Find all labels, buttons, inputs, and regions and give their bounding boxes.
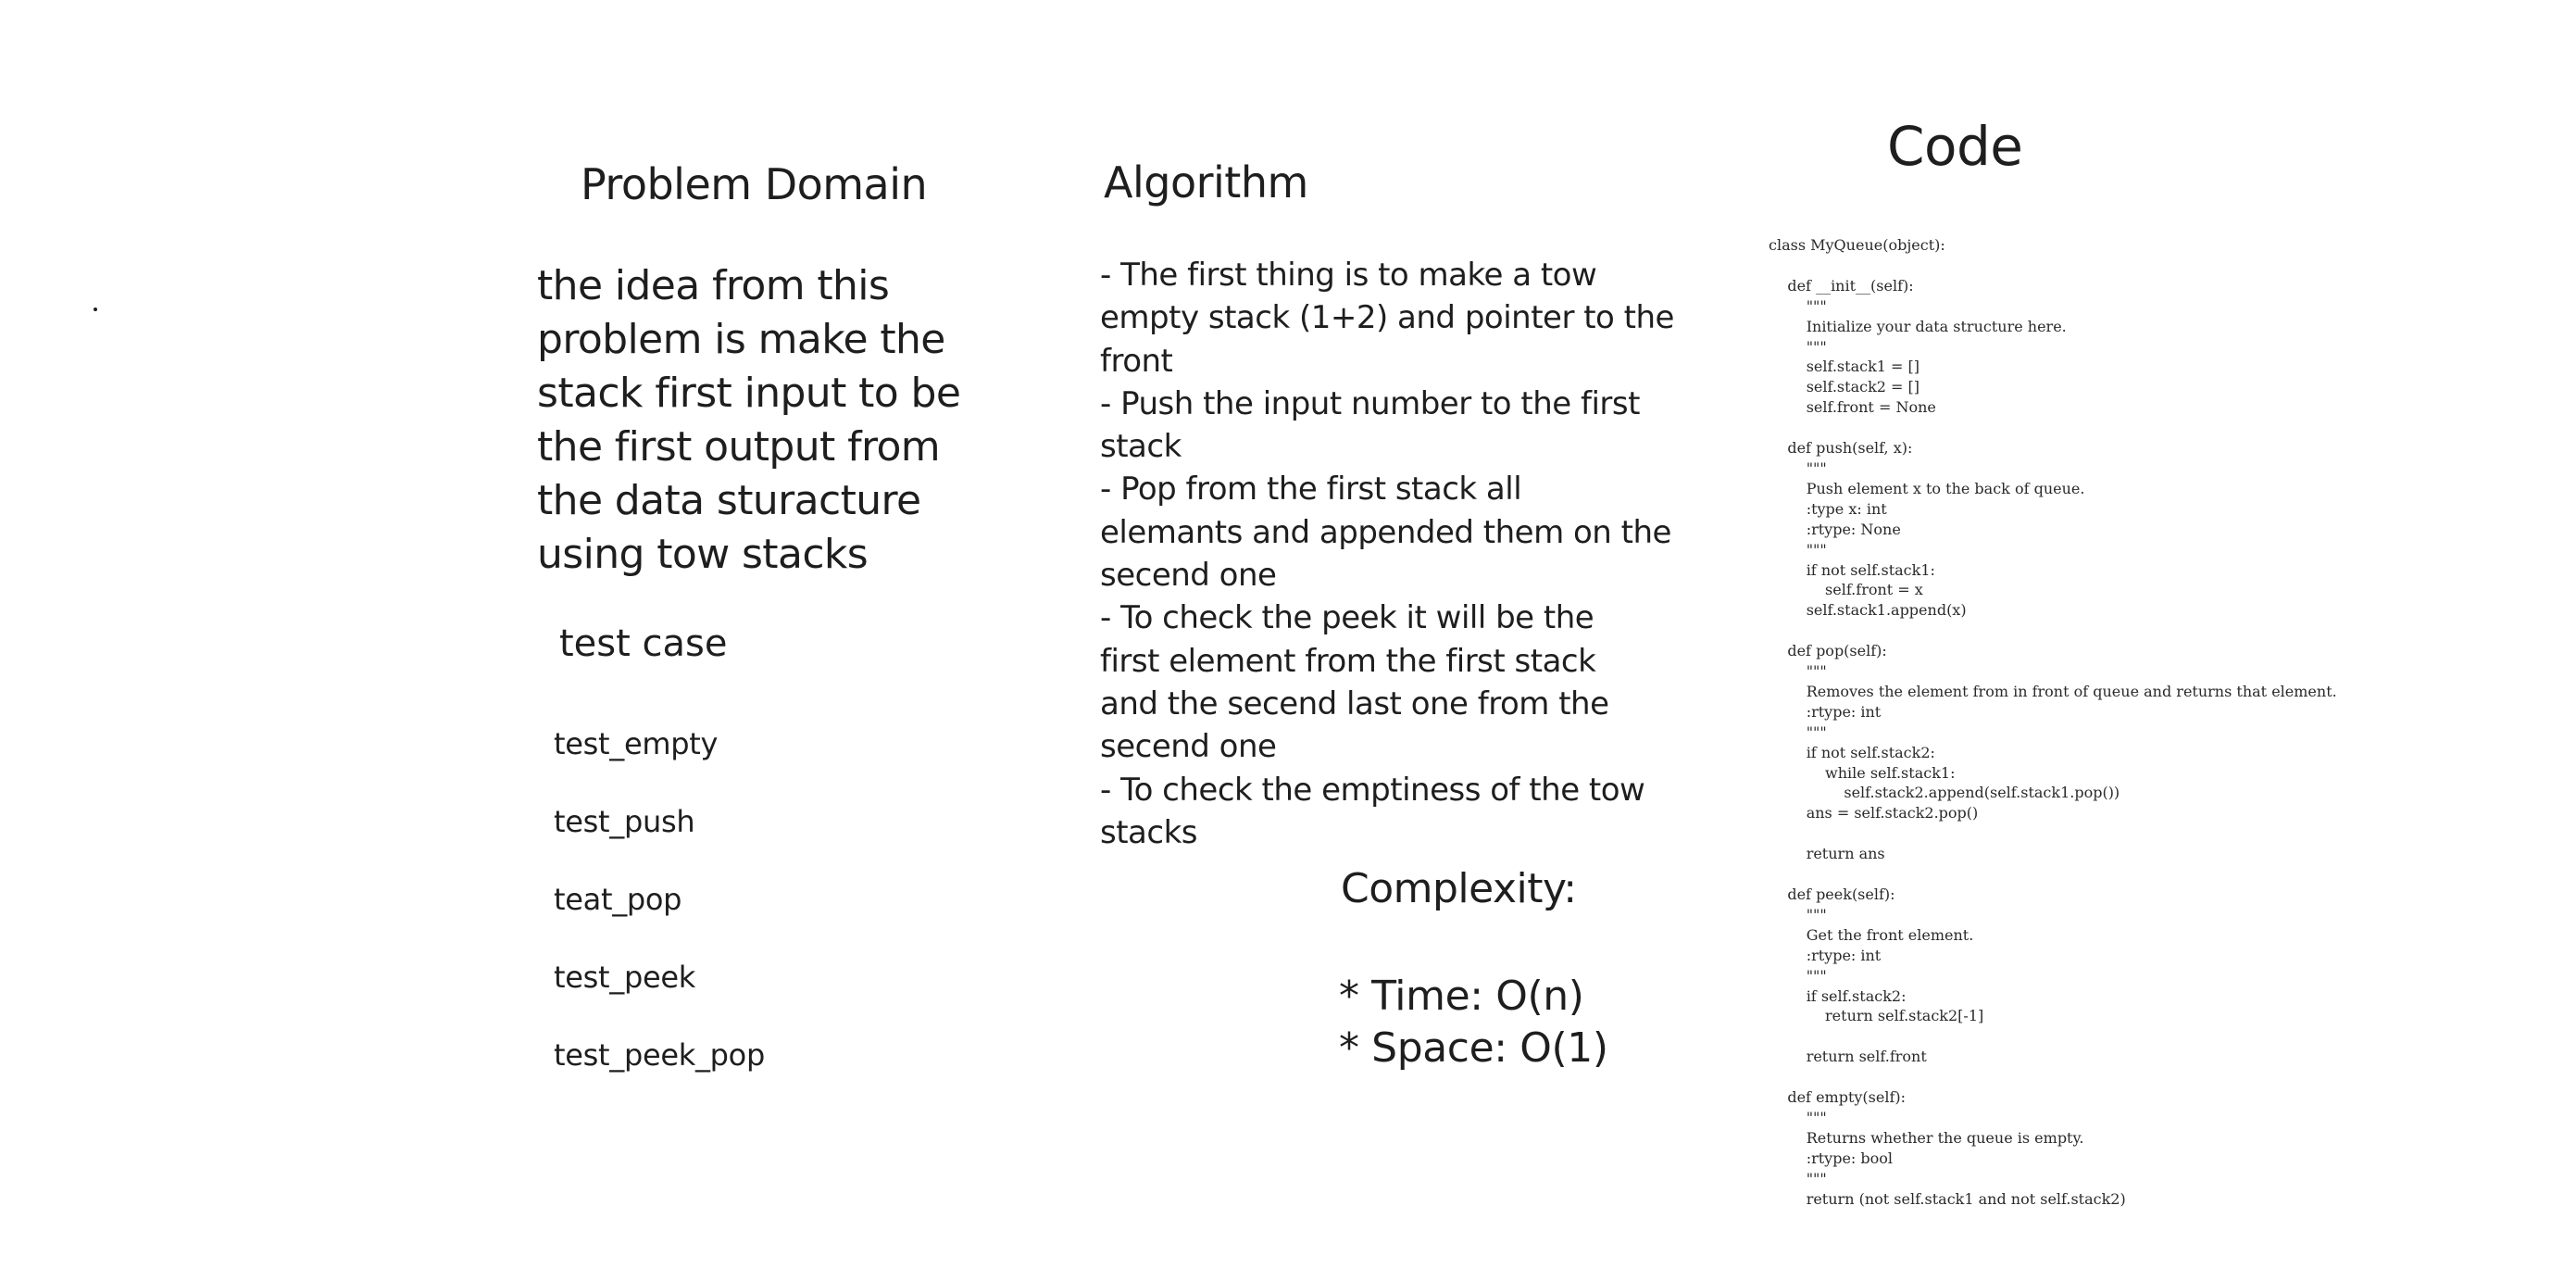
problem-line: the idea from this (537, 262, 890, 309)
problem-line: stack first input to be (537, 370, 961, 417)
algorithm-title: Algorithm (1104, 157, 1308, 207)
algorithm-line: first element from the first stack (1100, 642, 1596, 680)
test-case-list: test_empty test_push teat_pop test_peek … (554, 718, 765, 1107)
algorithm-line: - To check the emptiness of the tow (1100, 771, 1645, 809)
problem-line: using tow stacks (537, 531, 869, 578)
algorithm-line: - Pop from the first stack all (1100, 471, 1522, 509)
test-case-item: teat_pop (554, 882, 682, 917)
problem-line: the first output from (537, 423, 941, 471)
test-case-item: test_push (554, 804, 695, 839)
test-case-title: test case (559, 622, 728, 665)
algorithm-line: empty stack (1+2) and pointer to the (1100, 299, 1674, 337)
algorithm-line: secend one (1100, 728, 1277, 766)
algorithm-steps: - The first thing is to make a tow empty… (1100, 254, 1674, 854)
test-case-item: test_empty (554, 726, 719, 761)
problem-domain-title: Problem Domain (581, 159, 928, 209)
algorithm-line: and the secend last one from the (1100, 684, 1609, 722)
algorithm-line: - To check the peek it will be the (1100, 599, 1594, 637)
canvas-dot (94, 308, 97, 311)
complexity-title: Complexity: (1341, 865, 1577, 912)
algorithm-line: front (1100, 342, 1173, 380)
time-complexity: * Time: O(n) (1339, 973, 1584, 1020)
algorithm-line: - The first thing is to make a tow (1100, 257, 1597, 294)
algorithm-line: - Push the input number to the first (1100, 384, 1640, 422)
code-title: Code (1887, 115, 2023, 178)
problem-line: problem is make the (537, 316, 945, 363)
problem-line: the data sturacture (537, 477, 921, 524)
space-complexity: * Space: O(1) (1339, 1024, 1608, 1072)
algorithm-line: secend one (1100, 557, 1277, 595)
algorithm-line: stacks (1100, 813, 1197, 851)
code-listing: class MyQueue(object): def __init__(self… (1769, 236, 2337, 1208)
algorithm-line: elemants and appended them on the (1100, 513, 1671, 551)
test-case-item: test_peek_pop (554, 1037, 765, 1073)
algorithm-line: stack (1100, 428, 1182, 466)
test-case-item: test_peek (554, 960, 695, 995)
complexity-values: * Time: O(n) * Space: O(1) (1339, 971, 1608, 1074)
problem-description: the idea from this problem is make the s… (537, 259, 982, 582)
